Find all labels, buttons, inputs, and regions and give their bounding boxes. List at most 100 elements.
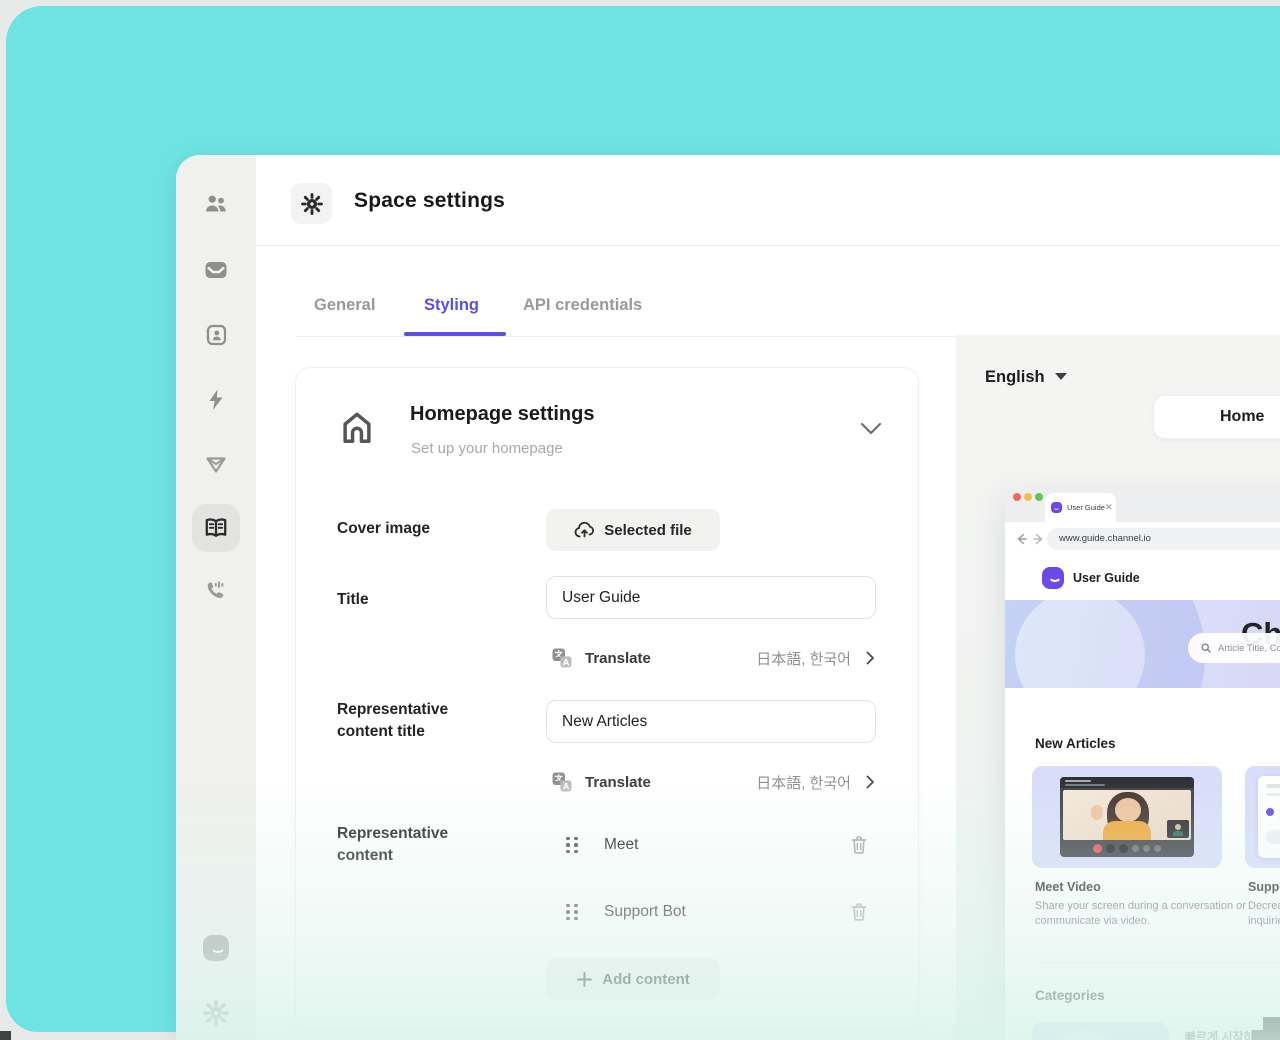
selected-file-label: Selected file — [604, 521, 692, 539]
browser-tab-title: User Guide — [1067, 503, 1105, 512]
tab-general[interactable]: General — [314, 296, 375, 315]
forward-arrow-icon — [1033, 533, 1043, 545]
header-divider — [256, 245, 1280, 246]
article-description: Decrease inquiries - — [1248, 900, 1280, 927]
translate-icon: A — [552, 648, 572, 668]
cloud-upload-icon — [574, 521, 595, 538]
translate-icon: A — [552, 772, 572, 792]
sidebar-item-inbox[interactable] — [194, 248, 238, 292]
section-divider — [1035, 962, 1280, 963]
site-name: User Guide — [1073, 571, 1140, 585]
gear-icon — [300, 192, 323, 215]
article-title[interactable]: Meet Video — [1035, 880, 1101, 894]
title-label: Title — [337, 591, 369, 608]
category-card[interactable] — [1032, 1022, 1169, 1040]
article-card-image[interactable] — [1245, 766, 1280, 868]
add-content-button[interactable]: Add content — [546, 958, 720, 1000]
drag-handle-icon[interactable] — [566, 903, 578, 921]
preview-home-button[interactable]: Home — [1153, 395, 1280, 439]
hero-search-bar: Article Title, Content — [1188, 633, 1280, 663]
sidebar-item-calls[interactable] — [194, 569, 238, 613]
hero-arc-decoration — [1005, 600, 1205, 688]
sidebar — [176, 155, 256, 1040]
search-placeholder: Article Title, Content — [1218, 642, 1280, 654]
phone-voice-icon — [207, 581, 224, 599]
video-pip — [1167, 820, 1189, 838]
site-hero: Cha Article Title, Content — [1005, 600, 1280, 688]
page-title: Space settings — [354, 189, 506, 212]
search-icon — [1201, 643, 1211, 653]
drag-handle-icon[interactable] — [566, 836, 578, 854]
chat-avatar — [1266, 808, 1274, 816]
browser-chrome-bar: User Guide ✕ — [1005, 488, 1280, 522]
lightning-icon — [209, 389, 223, 410]
translate-label: Translate — [585, 649, 651, 667]
new-articles-heading: New Articles — [1035, 736, 1116, 751]
sidebar-item-settings[interactable] — [194, 991, 238, 1035]
translate-languages: 日本語, 한국어 — [756, 650, 851, 668]
sidebar-item-channel-home[interactable] — [194, 926, 238, 970]
screen: Space settings General Styling API crede… — [0, 0, 1280, 1040]
chevron-right-icon — [866, 775, 874, 789]
content-item-row: Support Bot — [546, 892, 878, 932]
browser-tab: User Guide ✕ — [1045, 493, 1116, 522]
video-controls — [1060, 840, 1194, 857]
app-window: Space settings General Styling API crede… — [176, 155, 1280, 1040]
chevron-right-icon — [866, 651, 874, 665]
delete-item-button[interactable] — [850, 835, 868, 855]
translate-row-title[interactable]: A Translate 日本語, 한국어 — [552, 645, 877, 671]
sidebar-item-campaigns[interactable] — [194, 443, 238, 487]
browser-tab-favicon — [1051, 502, 1062, 513]
inbox-icon — [205, 262, 227, 278]
sidebar-item-customers[interactable] — [194, 313, 238, 357]
corner-artifact — [0, 1031, 11, 1040]
add-content-label: Add content — [602, 970, 690, 988]
preview-language-dropdown[interactable]: English — [985, 368, 1067, 387]
tab-api-credentials[interactable]: API credentials — [523, 296, 642, 315]
chat-widget-mockup — [1258, 776, 1280, 858]
rep-content-title-label: Representative content title — [337, 701, 449, 740]
corner-artifact — [1252, 1030, 1280, 1040]
tab-styling[interactable]: Styling — [424, 296, 479, 315]
traffic-light-yellow — [1024, 493, 1032, 501]
delete-item-button[interactable] — [850, 902, 868, 922]
browser-url-row: www.guide.channel.io — [1005, 522, 1280, 556]
chevron-down-icon[interactable] — [859, 421, 883, 437]
translate-label: Translate — [585, 773, 651, 791]
rep-content-title-input[interactable] — [546, 700, 876, 743]
channel-logo-icon — [203, 935, 229, 961]
tab-close-icon: ✕ — [1104, 502, 1113, 512]
browser-preview: User Guide ✕ www.guide.channel.io User G… — [1005, 488, 1280, 1040]
site-header: User Guide — [1005, 556, 1280, 600]
send-icon — [206, 457, 226, 473]
trash-icon — [851, 836, 867, 854]
article-card-image[interactable] — [1032, 766, 1222, 868]
sidebar-item-contacts[interactable] — [194, 182, 238, 226]
sidebar-item-guide[interactable] — [194, 506, 238, 550]
svg-text:A: A — [563, 781, 570, 792]
back-arrow-icon — [1017, 533, 1027, 545]
book-icon — [205, 518, 227, 537]
content-item-row: Meet — [546, 825, 878, 865]
cover-image-label: Cover image — [337, 520, 431, 537]
rep-content-label: Representative content — [337, 825, 449, 864]
sidebar-item-automation[interactable] — [194, 378, 238, 422]
video-call-mockup — [1060, 777, 1194, 857]
translate-row-rep-content[interactable]: A Translate 日本語, 한국어 — [552, 769, 877, 795]
traffic-light-red — [1013, 493, 1021, 501]
article-description: Share your screen during a conversation … — [1035, 900, 1246, 927]
selected-file-button[interactable]: Selected file — [546, 509, 720, 551]
title-input[interactable] — [546, 576, 876, 619]
traffic-light-green — [1035, 493, 1043, 501]
content-item-label: Support Bot — [604, 903, 686, 920]
card-title: Homepage settings — [410, 403, 595, 425]
caret-down-icon — [1054, 373, 1067, 380]
plus-icon — [577, 971, 593, 987]
video-participant — [1063, 790, 1191, 840]
browser-address-bar: www.guide.channel.io — [1047, 528, 1280, 550]
homepage-settings-card: Homepage settings Set up your homepage C… — [295, 367, 919, 1031]
contact-card-icon — [206, 324, 227, 346]
content-item-label: Meet — [604, 836, 639, 853]
article-title[interactable]: Support Bot — [1248, 880, 1280, 894]
svg-text:A: A — [563, 657, 570, 668]
